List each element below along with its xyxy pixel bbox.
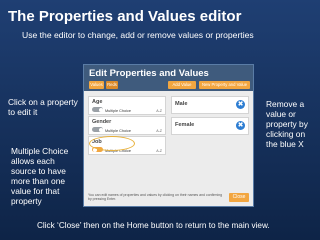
property-label: Gender: [92, 119, 112, 125]
property-label: Job: [92, 139, 102, 145]
dialog-header: Edit Properties and Values Values Reds A…: [84, 65, 253, 91]
slide-subtitle: Use the editor to change, add or remove …: [22, 30, 254, 40]
tab-reds[interactable]: Reds: [106, 81, 118, 89]
values-list: Male ✖ Female ✖: [171, 96, 249, 138]
tab-values[interactable]: Values: [89, 81, 104, 89]
multiple-choice-label: Multiple Choice: [105, 109, 131, 113]
multiple-choice-toggle[interactable]: [92, 147, 103, 152]
footer-instruction: Click ‘Close’ then on the Home button to…: [37, 221, 270, 230]
value-label: Female: [175, 122, 195, 128]
dialog-hint: You can edit names of properties and val…: [88, 193, 223, 202]
note-multiple-choice: Multiple Choice allows each source to ha…: [11, 146, 69, 206]
property-card-gender[interactable]: Gender Multiple Choice A-Z: [88, 116, 166, 135]
dialog-title: Edit Properties and Values: [89, 68, 209, 79]
add-value-button[interactable]: Add Value: [168, 81, 196, 89]
property-card-job[interactable]: Job Multiple Choice A-Z: [88, 136, 166, 155]
value-label: Male: [175, 101, 188, 107]
sort-arrows[interactable]: A-Z: [156, 149, 162, 153]
edit-properties-dialog: Edit Properties and Values Values Reds A…: [83, 64, 254, 207]
property-card-age[interactable]: Age Multiple Choice A-Z: [88, 96, 166, 115]
note-edit-property: Click on a property to edit it: [8, 97, 78, 117]
sort-arrows[interactable]: A-Z: [156, 109, 162, 113]
note-remove-value: Remove a value or property by clicking o…: [266, 99, 308, 149]
close-button[interactable]: Close: [229, 193, 249, 202]
multiple-choice-label: Multiple Choice: [105, 129, 131, 133]
sort-arrows[interactable]: A-Z: [156, 129, 162, 133]
properties-list: Age Multiple Choice A-Z Gender Multiple …: [88, 96, 166, 156]
multiple-choice-toggle[interactable]: [92, 107, 103, 112]
new-property-button[interactable]: New Property and Value: [199, 81, 250, 89]
value-card-female[interactable]: Female ✖: [171, 117, 249, 135]
multiple-choice-label: Multiple Choice: [105, 149, 131, 153]
slide-title: The Properties and Values editor: [8, 8, 242, 25]
value-card-male[interactable]: Male ✖: [171, 96, 249, 114]
remove-icon[interactable]: ✖: [236, 100, 245, 109]
property-label: Age: [92, 99, 103, 105]
remove-icon[interactable]: ✖: [236, 121, 245, 130]
multiple-choice-toggle[interactable]: [92, 127, 103, 132]
